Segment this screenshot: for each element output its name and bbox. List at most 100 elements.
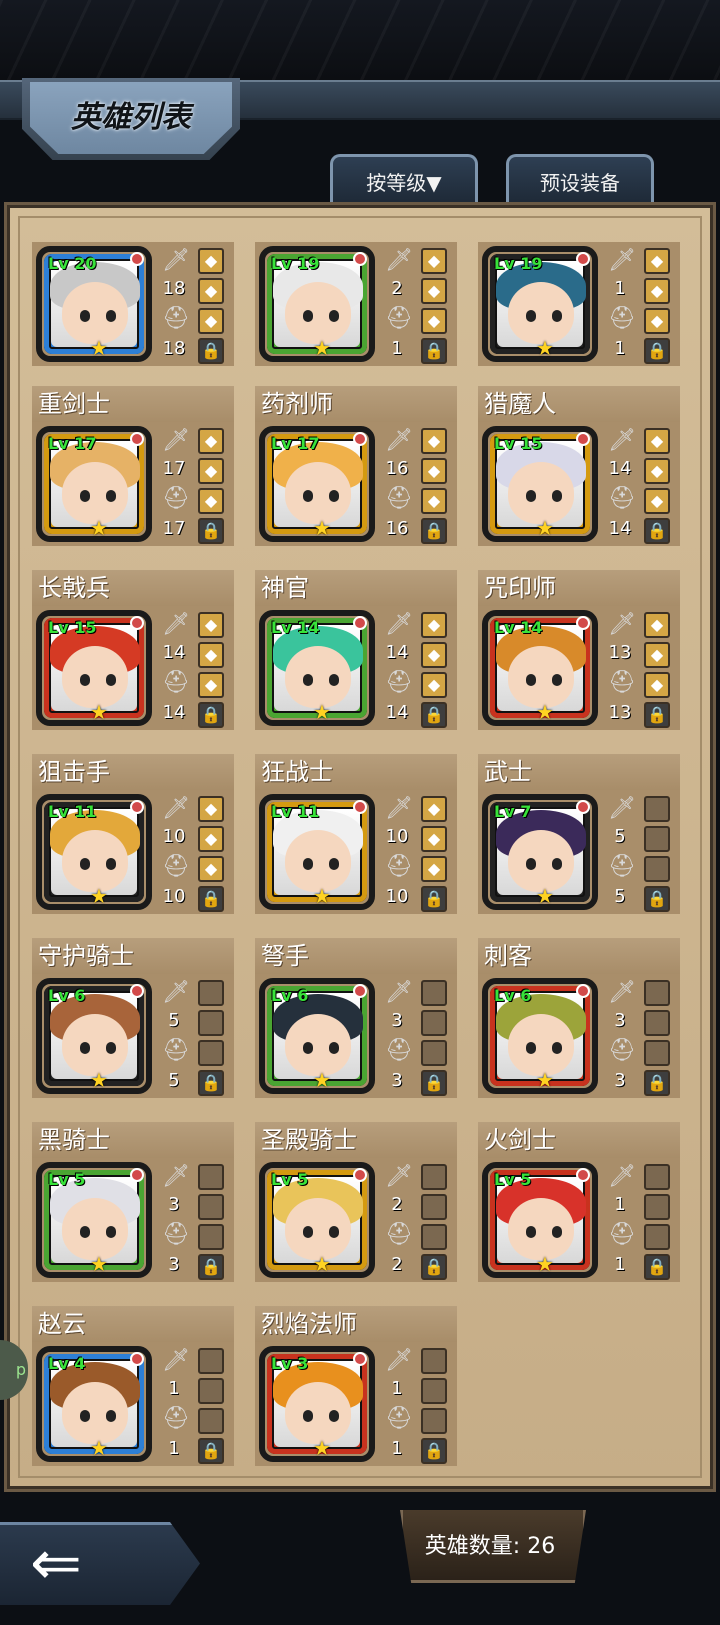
hero-card[interactable]: Lv 20 ★ 🗡 18 ⛑ 18 ◆ ◆ ◆ 🔒: [32, 206, 234, 366]
empty-equipment-slot[interactable]: [644, 980, 670, 1006]
hero-portrait[interactable]: Lv 11 ★: [36, 794, 152, 910]
locked-slot-icon[interactable]: 🔒: [198, 338, 224, 364]
hero-portrait[interactable]: Lv 15 ★: [36, 610, 152, 726]
hero-card[interactable]: 烈焰法师 Lv 3 ★ 🗡 1 ⛑ 1 🔒: [255, 1306, 457, 1466]
locked-slot-icon[interactable]: 🔒: [198, 1438, 224, 1464]
locked-slot-icon[interactable]: 🔒: [644, 338, 670, 364]
hero-card[interactable]: 黑骑士 Lv 5 ★ 🗡 3 ⛑ 3 🔒: [32, 1122, 234, 1282]
equipped-item-slot[interactable]: ◆: [198, 428, 224, 454]
locked-slot-icon[interactable]: 🔒: [198, 1254, 224, 1280]
hero-card[interactable]: 圣殿骑士 Lv 5 ★ 🗡 2 ⛑ 2 🔒: [255, 1122, 457, 1282]
empty-equipment-slot[interactable]: [421, 1194, 447, 1220]
hero-portrait[interactable]: Lv 7 ★: [482, 794, 598, 910]
locked-slot-icon[interactable]: 🔒: [421, 338, 447, 364]
equipped-item-slot[interactable]: ◆: [644, 672, 670, 698]
hero-portrait[interactable]: Lv 6 ★: [36, 978, 152, 1094]
equipped-item-slot[interactable]: ◆: [644, 308, 670, 334]
equipped-item-slot[interactable]: ◆: [644, 642, 670, 668]
equipped-item-slot[interactable]: ◆: [198, 856, 224, 882]
equipped-item-slot[interactable]: ◆: [644, 488, 670, 514]
hero-portrait[interactable]: Lv 19 ★: [482, 246, 598, 362]
equipped-item-slot[interactable]: ◆: [421, 248, 447, 274]
hero-card[interactable]: 神官 Lv 14 ★ 🗡 14 ⛑ 14 ◆ ◆ ◆ 🔒: [255, 570, 457, 730]
equipped-item-slot[interactable]: ◆: [421, 672, 447, 698]
equipped-item-slot[interactable]: ◆: [198, 248, 224, 274]
hero-card[interactable]: 刺客 Lv 6 ★ 🗡 3 ⛑ 3 🔒: [478, 938, 680, 1098]
equipped-item-slot[interactable]: ◆: [198, 612, 224, 638]
hero-card[interactable]: 长戟兵 Lv 15 ★ 🗡 14 ⛑ 14 ◆ ◆ ◆ 🔒: [32, 570, 234, 730]
equipped-item-slot[interactable]: ◆: [421, 488, 447, 514]
hero-card[interactable]: 猎魔人 Lv 15 ★ 🗡 14 ⛑ 14 ◆ ◆ ◆ 🔒: [478, 386, 680, 546]
empty-equipment-slot[interactable]: [198, 1378, 224, 1404]
empty-equipment-slot[interactable]: [421, 1010, 447, 1036]
hero-portrait[interactable]: Lv 11 ★: [259, 794, 375, 910]
hero-card[interactable]: 弩手 Lv 6 ★ 🗡 3 ⛑ 3 🔒: [255, 938, 457, 1098]
empty-equipment-slot[interactable]: [644, 1010, 670, 1036]
empty-equipment-slot[interactable]: [421, 1164, 447, 1190]
hero-card[interactable]: 守护骑士 Lv 6 ★ 🗡 5 ⛑ 5 🔒: [32, 938, 234, 1098]
hero-portrait[interactable]: Lv 5 ★: [482, 1162, 598, 1278]
equipped-item-slot[interactable]: ◆: [198, 642, 224, 668]
empty-equipment-slot[interactable]: [421, 1348, 447, 1374]
equipped-item-slot[interactable]: ◆: [644, 458, 670, 484]
equipped-item-slot[interactable]: ◆: [421, 642, 447, 668]
hero-portrait[interactable]: Lv 4 ★: [36, 1346, 152, 1462]
equipped-item-slot[interactable]: ◆: [198, 672, 224, 698]
empty-equipment-slot[interactable]: [198, 1164, 224, 1190]
empty-equipment-slot[interactable]: [644, 1040, 670, 1066]
locked-slot-icon[interactable]: 🔒: [644, 702, 670, 728]
equipped-item-slot[interactable]: ◆: [644, 612, 670, 638]
equipped-item-slot[interactable]: ◆: [421, 796, 447, 822]
empty-equipment-slot[interactable]: [198, 1224, 224, 1250]
empty-equipment-slot[interactable]: [198, 1194, 224, 1220]
equipped-item-slot[interactable]: ◆: [421, 612, 447, 638]
equipped-item-slot[interactable]: ◆: [421, 458, 447, 484]
equipped-item-slot[interactable]: ◆: [421, 308, 447, 334]
equipped-item-slot[interactable]: ◆: [198, 458, 224, 484]
equipped-item-slot[interactable]: ◆: [421, 428, 447, 454]
equipped-item-slot[interactable]: ◆: [198, 826, 224, 852]
hero-card[interactable]: 重剑士 Lv 17 ★ 🗡 17 ⛑ 17 ◆ ◆ ◆ 🔒: [32, 386, 234, 546]
locked-slot-icon[interactable]: 🔒: [421, 1438, 447, 1464]
locked-slot-icon[interactable]: 🔒: [644, 886, 670, 912]
hero-portrait[interactable]: Lv 20 ★: [36, 246, 152, 362]
empty-equipment-slot[interactable]: [421, 1040, 447, 1066]
locked-slot-icon[interactable]: 🔒: [198, 702, 224, 728]
empty-equipment-slot[interactable]: [198, 1010, 224, 1036]
hero-card[interactable]: 武士 Lv 7 ★ 🗡 5 ⛑ 5 🔒: [478, 754, 680, 914]
hero-portrait[interactable]: Lv 15 ★: [482, 426, 598, 542]
hero-portrait[interactable]: Lv 14 ★: [482, 610, 598, 726]
locked-slot-icon[interactable]: 🔒: [198, 518, 224, 544]
equipped-item-slot[interactable]: ◆: [421, 826, 447, 852]
hero-portrait[interactable]: Lv 17 ★: [36, 426, 152, 542]
hero-card[interactable]: 狂战士 Lv 11 ★ 🗡 10 ⛑ 10 ◆ ◆ ◆ 🔒: [255, 754, 457, 914]
locked-slot-icon[interactable]: 🔒: [198, 1070, 224, 1096]
empty-equipment-slot[interactable]: [421, 1224, 447, 1250]
equipped-item-slot[interactable]: ◆: [644, 278, 670, 304]
empty-equipment-slot[interactable]: [421, 1378, 447, 1404]
hero-card[interactable]: Lv 19 ★ 🗡 2 ⛑ 1 ◆ ◆ ◆ 🔒: [255, 206, 457, 366]
side-tab-marker[interactable]: p: [0, 1340, 28, 1400]
locked-slot-icon[interactable]: 🔒: [644, 518, 670, 544]
equipped-item-slot[interactable]: ◆: [198, 308, 224, 334]
equipped-item-slot[interactable]: ◆: [644, 248, 670, 274]
empty-equipment-slot[interactable]: [198, 1408, 224, 1434]
locked-slot-icon[interactable]: 🔒: [421, 1070, 447, 1096]
hero-portrait[interactable]: Lv 6 ★: [482, 978, 598, 1094]
equipped-item-slot[interactable]: ◆: [198, 488, 224, 514]
locked-slot-icon[interactable]: 🔒: [644, 1070, 670, 1096]
locked-slot-icon[interactable]: 🔒: [421, 702, 447, 728]
hero-card[interactable]: 赵云 Lv 4 ★ 🗡 1 ⛑ 1 🔒: [32, 1306, 234, 1466]
empty-equipment-slot[interactable]: [644, 856, 670, 882]
empty-equipment-slot[interactable]: [421, 980, 447, 1006]
locked-slot-icon[interactable]: 🔒: [198, 886, 224, 912]
empty-equipment-slot[interactable]: [644, 826, 670, 852]
empty-equipment-slot[interactable]: [421, 1408, 447, 1434]
empty-equipment-slot[interactable]: [198, 1040, 224, 1066]
empty-equipment-slot[interactable]: [198, 1348, 224, 1374]
hero-card[interactable]: Lv 19 ★ 🗡 1 ⛑ 1 ◆ ◆ ◆ 🔒: [478, 206, 680, 366]
equipped-item-slot[interactable]: ◆: [198, 278, 224, 304]
hero-portrait[interactable]: Lv 3 ★: [259, 1346, 375, 1462]
hero-portrait[interactable]: Lv 17 ★: [259, 426, 375, 542]
preset-equipment-button[interactable]: 预设装备: [506, 154, 654, 206]
